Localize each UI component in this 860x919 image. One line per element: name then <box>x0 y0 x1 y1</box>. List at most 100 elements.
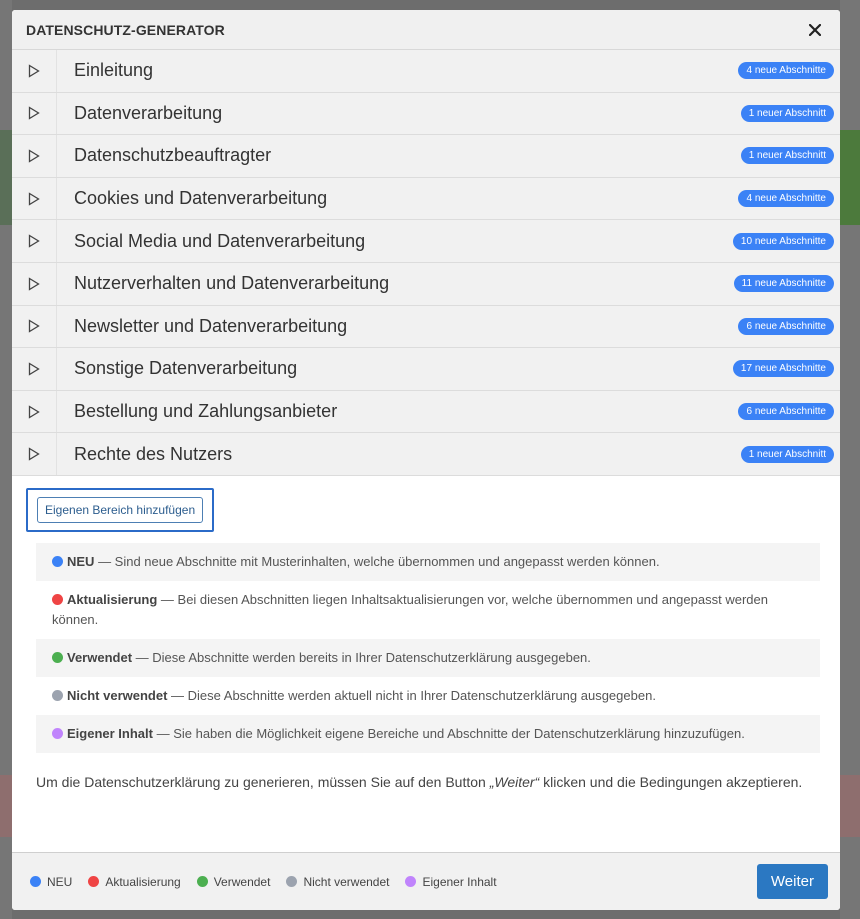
section-row[interactable]: Cookies und Datenverarbeitung 4 neue Absc… <box>12 177 840 221</box>
section-label: Datenverarbeitung <box>74 102 223 123</box>
footer-legend-unused: Nicht verwendet <box>286 875 389 889</box>
section-row[interactable]: Sonstige Datenverarbeitung 17 neue Abschn… <box>12 348 840 391</box>
legend-term: Aktualisierung <box>67 591 158 607</box>
section-toggle[interactable] <box>12 390 57 433</box>
play-triangle-icon <box>28 319 40 334</box>
play-triangle-icon <box>28 447 40 461</box>
section-toggle[interactable] <box>12 50 57 92</box>
section-row[interactable]: Newsletter und Datenverarbeitung 6 neue A… <box>12 305 840 349</box>
section-label: Bestellung und Zahlungsanbieter <box>74 401 338 422</box>
play-triangle-icon <box>28 362 40 376</box>
section-label: Rechte des Nutzers <box>74 443 233 464</box>
add-custom-section-button[interactable]: Eigenen Bereich hinzufügen <box>37 496 204 523</box>
legend-text: — Sind neue Abschnitte mit Musterinhalte… <box>94 553 660 569</box>
section-badge: 6 neue Abschnitte <box>738 403 834 421</box>
section-header[interactable]: Nutzerverhalten und Datenverarbeitung 11 … <box>57 262 840 305</box>
info-text-emphasis: „Weiter“ <box>489 773 540 790</box>
play-triangle-icon <box>28 149 40 163</box>
legend-item-custom: Eigener Inhalt — Sie haben die Möglichke… <box>36 714 820 753</box>
red-dot-icon <box>52 593 63 605</box>
footer-legend-label: Aktualisierung <box>105 874 181 889</box>
legend-item-used: Verwendet — Diese Abschnitte werden bere… <box>36 638 820 677</box>
section-list: Einleitung 4 neue Abschnitte Datenverarbe… <box>12 50 840 476</box>
footer-legend-update: Aktualisierung <box>88 874 181 889</box>
gray-dot-icon <box>52 689 63 701</box>
section-toggle[interactable] <box>12 433 57 475</box>
play-triangle-icon <box>28 234 40 248</box>
info-text-start: Um die Datenschutzerklärung zu generiere… <box>36 773 490 790</box>
section-badge: 1 neuer Abschnitt <box>740 104 834 122</box>
section-header[interactable]: Datenschutzbeauftragter 1 neuer Abschnitt <box>57 135 840 177</box>
section-toggle[interactable] <box>12 135 57 177</box>
footer-legend-custom: Eigener Inhalt <box>405 875 497 889</box>
section-toggle[interactable] <box>12 305 57 348</box>
play-triangle-icon <box>28 64 40 78</box>
section-label: Social Media und Datenverarbeitung <box>74 230 366 251</box>
section-label: Nutzerverhalten und Datenverarbeitung <box>74 273 390 294</box>
info-text: Um die Datenschutzerklärung zu generiere… <box>36 771 816 793</box>
section-row[interactable]: Datenverarbeitung 1 neuer Abschnitt <box>12 92 840 136</box>
info-text-end: klicken und die Bedingungen akzeptieren. <box>539 773 803 790</box>
section-header[interactable]: Sonstige Datenverarbeitung 17 neue Abschn… <box>57 348 840 390</box>
next-button[interactable]: Weiter <box>756 864 828 899</box>
footer-legend-new: NEU <box>30 875 72 889</box>
legend-text: — Sie haben die Möglichkeit eigene Berei… <box>152 725 745 741</box>
legend-term: NEU <box>67 553 95 569</box>
legend-term: Eigener Inhalt <box>67 725 153 741</box>
background-panel <box>840 775 860 837</box>
section-toggle[interactable] <box>12 262 57 305</box>
section-badge: 4 neue Abschnitte <box>738 190 834 208</box>
section-header[interactable]: Social Media und Datenverarbeitung 10 neu… <box>57 220 840 262</box>
green-dot-icon <box>196 876 208 887</box>
section-row[interactable]: Bestellung und Zahlungsanbieter 6 neue Ab… <box>12 390 840 434</box>
section-badge: 10 neue Abschnitte <box>732 232 834 250</box>
modal-footer: NEU Aktualisierung Verwendet Nicht verwe… <box>12 852 840 910</box>
red-dot-icon <box>88 876 100 887</box>
play-triangle-icon <box>28 404 40 419</box>
section-row[interactable]: Rechte des Nutzers 1 neuer Abschnitt <box>12 433 840 476</box>
legend-term: Nicht verwendet <box>67 687 168 703</box>
section-label: Newsletter und Datenverarbeitung <box>74 315 348 336</box>
play-triangle-icon <box>28 277 40 291</box>
footer-legend-label: NEU <box>47 874 73 889</box>
section-toggle[interactable] <box>12 348 57 390</box>
legend-item-unused: Nicht verwendet — Diese Abschnitte werde… <box>36 677 820 715</box>
section-badge: 4 neue Abschnitte <box>738 62 834 80</box>
play-triangle-icon <box>28 191 40 206</box>
section-row[interactable]: Nutzerverhalten und Datenverarbeitung 11 … <box>12 262 840 306</box>
section-row[interactable]: Einleitung 4 neue Abschnitte <box>12 50 840 93</box>
blue-dot-icon <box>52 555 63 567</box>
section-label: Sonstige Datenverarbeitung <box>74 358 298 379</box>
section-toggle[interactable] <box>12 92 57 135</box>
section-toggle[interactable] <box>12 220 57 262</box>
section-header[interactable]: Bestellung und Zahlungsanbieter 6 neue Ab… <box>57 390 840 433</box>
section-header[interactable]: Datenverarbeitung 1 neuer Abschnitt <box>57 92 840 135</box>
section-badge: 6 neue Abschnitte <box>738 317 834 335</box>
legend-text: — Bei diesen Abschnitten liegen Inhaltsa… <box>52 591 768 627</box>
background-panel <box>0 130 12 225</box>
play-triangle-icon <box>28 106 40 121</box>
section-header[interactable]: Cookies und Datenverarbeitung 4 neue Absc… <box>57 177 840 220</box>
close-button[interactable] <box>804 19 826 41</box>
legend-item-new: NEU — Sind neue Abschnitte mit Musterinh… <box>36 542 820 581</box>
legend-item-update: Aktualisierung — Bei diesen Abschnitten … <box>36 581 820 639</box>
background-panel <box>840 130 860 225</box>
footer-legend: NEU Aktualisierung Verwendet Nicht verwe… <box>30 875 497 889</box>
gray-dot-icon <box>286 876 298 887</box>
legend-list: NEU — Sind neue Abschnitte mit Musterinh… <box>36 542 820 753</box>
modal-title: DATENSCHUTZ-GENERATOR <box>26 21 225 38</box>
section-header[interactable]: Rechte des Nutzers 1 neuer Abschnitt <box>57 433 840 475</box>
section-toggle[interactable] <box>12 177 57 220</box>
section-row[interactable]: Social Media und Datenverarbeitung 10 neu… <box>12 220 840 263</box>
legend-text: — Diese Abschnitte werden bereits in Ihr… <box>132 649 591 665</box>
section-badge: 17 neue Abschnitte <box>732 360 834 378</box>
purple-dot-icon <box>52 727 63 739</box>
modal-header: DATENSCHUTZ-GENERATOR <box>12 10 840 50</box>
section-row[interactable]: Datenschutzbeauftragter 1 neuer Abschnitt <box>12 135 840 178</box>
section-badge: 1 neuer Abschnitt <box>740 147 834 165</box>
green-dot-icon <box>52 651 63 663</box>
section-header[interactable]: Newsletter und Datenverarbeitung 6 neue A… <box>57 305 840 348</box>
footer-legend-label: Verwendet <box>213 874 271 889</box>
footer-legend-label: Nicht verwendet <box>303 874 390 889</box>
section-header[interactable]: Einleitung 4 neue Abschnitte <box>57 50 840 92</box>
